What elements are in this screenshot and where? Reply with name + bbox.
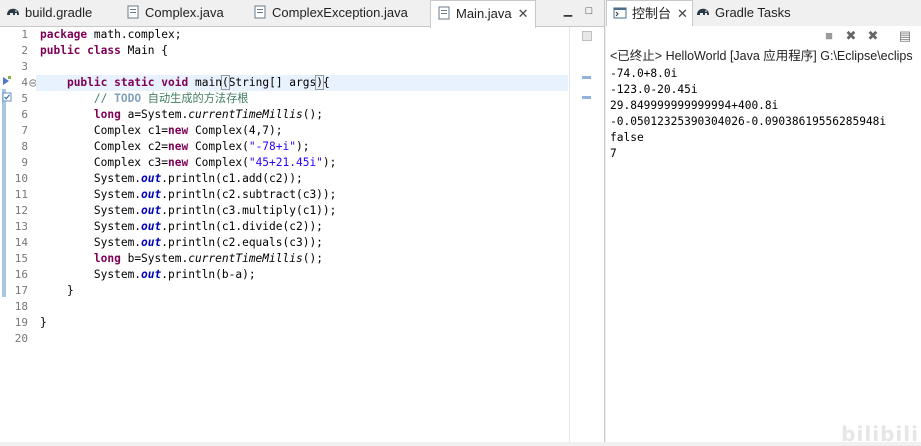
tab-label: Gradle Tasks — [715, 5, 791, 20]
code-line: System.out.println(c2.equals(c3)); — [93, 236, 323, 249]
console-process-label: <已终止> HelloWorld [Java 应用程序] G:\Eclipse\… — [610, 49, 913, 63]
line-number: 2 — [21, 44, 28, 57]
line-number: 14 — [14, 236, 28, 249]
code-area[interactable]: package math.complex; public class Main … — [36, 27, 568, 442]
tab-label: build.gradle — [25, 5, 93, 20]
code-line: package math.complex; — [40, 28, 182, 41]
line-number: 16 — [14, 268, 28, 281]
line-number: 17 — [14, 284, 28, 297]
code-line: long b=System.currentTimeMillis(); — [93, 252, 323, 265]
line-number: 6 — [21, 108, 28, 121]
terminate-icon[interactable]: ■ — [822, 29, 836, 43]
task-marker-icon[interactable] — [2, 91, 12, 103]
code-line: System.out.println(c2.subtract(c3)); — [93, 188, 337, 201]
watermark-logo: bilibili — [841, 422, 919, 446]
line-number: 8 — [21, 140, 28, 153]
line-number: 1 — [21, 28, 28, 41]
line-number: 9 — [21, 156, 28, 169]
code-line: System.out.println(b-a); — [93, 268, 256, 281]
line-number: 15 — [14, 252, 28, 265]
tab-console[interactable]: 控制台 ✕ — [606, 0, 693, 28]
console-output-line: false — [610, 131, 644, 144]
tab-build-gradle[interactable]: build.gradle — [6, 0, 92, 26]
code-line: System.out.println(c1.add(c2)); — [93, 172, 303, 185]
line-number: 19 — [14, 316, 28, 329]
gradle-elephant-icon — [7, 8, 19, 15]
console-pane: 控制台 ✕ Gradle Tasks ■ ✖ ✖ ▤ <已终止> HelloWor… — [606, 0, 921, 446]
line-number: 18 — [14, 300, 28, 313]
overview-marker[interactable] — [582, 96, 591, 99]
line-number-gutter: 1 2 3 4 5 6 7 8 9 10 11 12 13 14 15 16 1… — [0, 27, 37, 442]
console-output-line: 29.849999999999994+400.8i — [610, 99, 779, 112]
tab-label: Complex.java — [145, 5, 224, 20]
line-number: 20 — [14, 332, 28, 345]
console-output-line: -0.05012325390304026-0.09038619556285948… — [610, 115, 887, 128]
line-number: 10 — [14, 172, 28, 185]
minimize-icon[interactable]: ▁ — [562, 5, 574, 17]
java-file-icon — [127, 5, 139, 19]
close-tab-icon[interactable]: ✕ — [518, 6, 529, 21]
code-line: } — [66, 284, 74, 297]
overview-status-icon — [582, 31, 592, 41]
java-file-icon — [438, 6, 450, 20]
line-number: 12 — [14, 204, 28, 217]
tab-complex-java[interactable]: Complex.java — [126, 0, 224, 26]
console-output-line: 7 — [610, 147, 617, 160]
console-toolbar: ■ ✖ ✖ ▤ — [606, 26, 921, 46]
tab-label: Main.java — [456, 6, 512, 21]
tab-gradle-tasks[interactable]: Gradle Tasks — [696, 0, 791, 26]
tab-label: 控制台 — [632, 6, 672, 21]
code-line: public static void main(String[] args){ — [66, 75, 330, 90]
java-file-icon — [254, 5, 266, 19]
maximize-icon[interactable]: □ — [583, 5, 595, 17]
console-tab-bar: 控制台 ✕ Gradle Tasks — [606, 0, 921, 28]
code-line: long a=System.currentTimeMillis(); — [93, 108, 323, 121]
code-line: Complex c1=new Complex(4,7); — [93, 124, 283, 137]
console-icon — [613, 7, 627, 19]
code-line: public class Main { — [40, 44, 169, 57]
override-marker-icon[interactable] — [2, 75, 12, 87]
line-number: 13 — [14, 220, 28, 233]
gradle-elephant-icon — [697, 8, 709, 15]
console-output-line: -74.0+8.0i — [610, 67, 678, 80]
clear-console-icon[interactable]: ▤ — [898, 29, 912, 43]
tab-main-java[interactable]: Main.java ✕ — [430, 0, 536, 28]
code-line: Complex c2=new Complex("-78+i"); — [93, 140, 310, 153]
remove-launch-icon[interactable]: ✖ — [844, 29, 858, 43]
remove-all-terminated-icon[interactable]: ✖ — [866, 29, 880, 43]
tab-complexexception-java[interactable]: ComplexException.java — [253, 0, 408, 26]
code-line: } — [40, 316, 47, 329]
line-number: 11 — [14, 188, 28, 201]
tab-label: ComplexException.java — [272, 5, 408, 20]
editor-pane: build.gradle Complex.java ComplexExcepti… — [0, 0, 605, 442]
console-output-line: -123.0-20.45i — [610, 83, 698, 96]
close-tab-icon[interactable]: ✕ — [677, 6, 688, 21]
line-number: 3 — [21, 60, 28, 73]
code-line: System.out.println(c3.multiply(c1)); — [93, 204, 337, 217]
code-line: System.out.println(c1.divide(c2)); — [93, 220, 323, 233]
editor-tab-bar: build.gradle Complex.java ComplexExcepti… — [0, 0, 604, 28]
code-line: // TODO 自动生成的方法存根 — [93, 92, 249, 105]
code-line: Complex c3=new Complex("45+21.45i"); — [93, 156, 337, 169]
overview-marker[interactable] — [582, 76, 591, 79]
line-number: 7 — [21, 124, 28, 137]
overview-ruler[interactable] — [569, 27, 604, 442]
